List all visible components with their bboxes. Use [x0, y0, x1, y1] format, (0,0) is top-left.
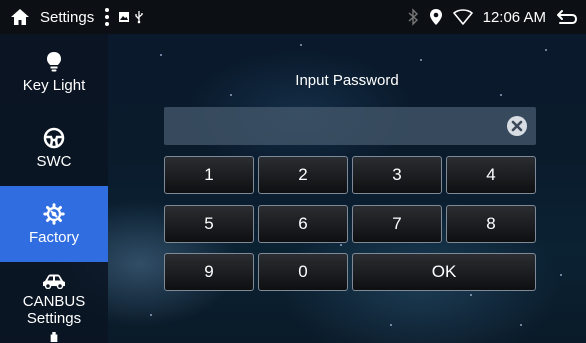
key-7[interactable]: 7 — [352, 205, 442, 243]
password-title: Input Password — [295, 72, 399, 89]
key-0[interactable]: 0 — [258, 253, 348, 291]
key-9[interactable]: 9 — [164, 253, 254, 291]
partial-icon — [50, 332, 58, 342]
location-icon — [429, 9, 442, 25]
sidebar-item-label: Factory — [28, 228, 79, 246]
sidebar-item-partial[interactable] — [0, 332, 108, 343]
sidebar: Key Light SWC Factory CANBUS Settings — [0, 34, 108, 343]
key-8[interactable]: 8 — [446, 205, 536, 243]
wifi-icon — [452, 9, 473, 25]
key-1[interactable]: 1 — [164, 156, 254, 194]
bluetooth-icon — [408, 8, 418, 26]
gear-icon — [43, 202, 65, 225]
sidebar-item-factory[interactable]: Factory — [0, 186, 108, 262]
ok-button[interactable]: OK — [352, 253, 536, 291]
sidebar-item-swc[interactable]: SWC — [0, 110, 108, 186]
key-5[interactable]: 5 — [164, 205, 254, 243]
key-3[interactable]: 3 — [352, 156, 442, 194]
sidebar-item-key-light[interactable]: Key Light — [0, 34, 108, 110]
steering-wheel-icon — [43, 127, 65, 148]
sidebar-item-label: CANBUS Settings — [22, 293, 86, 327]
sidebar-item-label: SWC — [36, 152, 72, 170]
home-icon[interactable] — [10, 7, 30, 27]
back-icon[interactable] — [556, 8, 578, 26]
car-icon — [43, 274, 65, 289]
key-6[interactable]: 6 — [258, 205, 348, 243]
sidebar-item-canbus-settings[interactable]: CANBUS Settings — [0, 262, 108, 338]
status-bar: Settings 12:06 AM — [0, 0, 586, 34]
clear-icon[interactable] — [506, 115, 528, 137]
image-notification-icon — [119, 12, 130, 22]
clock: 12:06 AM — [482, 8, 546, 26]
notification-area — [118, 10, 144, 24]
more-vert-icon[interactable] — [104, 8, 110, 26]
key-4[interactable]: 4 — [446, 156, 536, 194]
key-2[interactable]: 2 — [258, 156, 348, 194]
password-input[interactable] — [164, 107, 536, 145]
lightbulb-icon — [47, 51, 61, 71]
sidebar-item-label: Key Light — [22, 76, 86, 94]
usb-icon — [135, 11, 143, 24]
app-title: Settings — [40, 8, 95, 26]
